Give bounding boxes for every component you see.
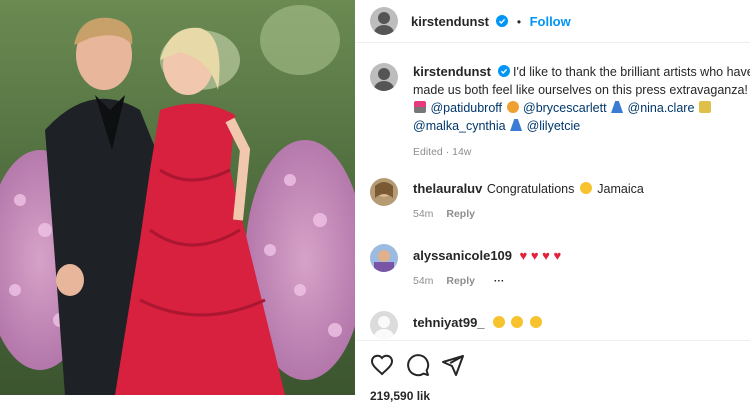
post-header: kirstendunst • Follow xyxy=(355,0,750,43)
nail-polish-emoji-icon xyxy=(698,101,711,113)
post-panel: kirstendunst • Follow kirstendunst I'd l… xyxy=(355,0,750,403)
caption-line-1: I'd like to thank the brilliant artists … xyxy=(512,65,750,79)
caption-avatar[interactable] xyxy=(370,63,398,91)
share-send-icon[interactable] xyxy=(441,353,465,377)
clapping-hands-emoji-icon xyxy=(579,182,592,194)
comment-bubble-icon[interactable] xyxy=(406,353,430,377)
mention-nina-clare[interactable]: @nina.clare xyxy=(628,101,695,115)
comment-username[interactable]: tehniyat99_ xyxy=(413,315,485,330)
reply-button[interactable]: Reply xyxy=(446,275,475,287)
post-caption: kirstendunst I'd like to thank the brill… xyxy=(413,63,750,161)
action-bar: 219,590 lik xyxy=(355,340,750,403)
commenter-avatar[interactable] xyxy=(370,244,398,272)
mention-brycescarlett[interactable]: @brycescarlett xyxy=(523,101,607,115)
commenter-avatar[interactable] xyxy=(370,178,398,206)
haircut-emoji-icon xyxy=(506,101,519,113)
comment-username[interactable]: alyssanicole109 xyxy=(413,248,512,263)
comment-text-2: Jamaica xyxy=(597,182,644,196)
caption-meta: Edited · 14w xyxy=(413,146,472,158)
more-options-icon[interactable]: ··· xyxy=(494,275,505,287)
comment-2: alyssanicole109 ♥ ♥ ♥ ♥ xyxy=(413,247,561,265)
heart-eyes-emoji-icons xyxy=(492,314,543,331)
comment-3: tehniyat99_ xyxy=(413,314,543,332)
author-avatar[interactable] xyxy=(370,7,398,35)
caption-line-2: made us both feel like ourselves on this… xyxy=(413,83,748,97)
author-username[interactable]: kirstendunst xyxy=(411,14,489,29)
verified-badge-icon xyxy=(496,15,509,27)
lipstick-emoji-icon xyxy=(414,101,426,113)
comment-1: thelauraluv Congratulations Jamaica xyxy=(413,180,644,198)
mention-lilyetcie[interactable]: @lilyetcie xyxy=(527,119,581,133)
reply-button[interactable]: Reply xyxy=(446,208,475,220)
mention-patidubroff[interactable]: @patidubroff xyxy=(430,101,502,115)
verified-badge-icon xyxy=(497,65,510,77)
mention-malka-cynthia[interactable]: @malka_cynthia xyxy=(413,119,506,133)
follow-button[interactable]: Follow xyxy=(530,14,571,29)
post-photo[interactable] xyxy=(0,0,355,395)
comment-time: 54m xyxy=(413,275,434,287)
header-separator: • xyxy=(516,15,522,29)
like-heart-icon[interactable] xyxy=(370,353,394,377)
comment-username[interactable]: thelauraluv xyxy=(413,181,482,196)
likes-count: 219,590 lik xyxy=(370,389,431,403)
dress-emoji-icon xyxy=(611,101,624,113)
commenter-avatar[interactable] xyxy=(370,311,398,339)
comment-text: Congratulations xyxy=(486,182,575,196)
dress-emoji-icon xyxy=(510,119,523,131)
comment-time: 54m xyxy=(413,208,434,220)
caption-username[interactable]: kirstendunst xyxy=(413,64,491,79)
red-heart-emoji-icons: ♥ ♥ ♥ ♥ xyxy=(519,248,562,263)
